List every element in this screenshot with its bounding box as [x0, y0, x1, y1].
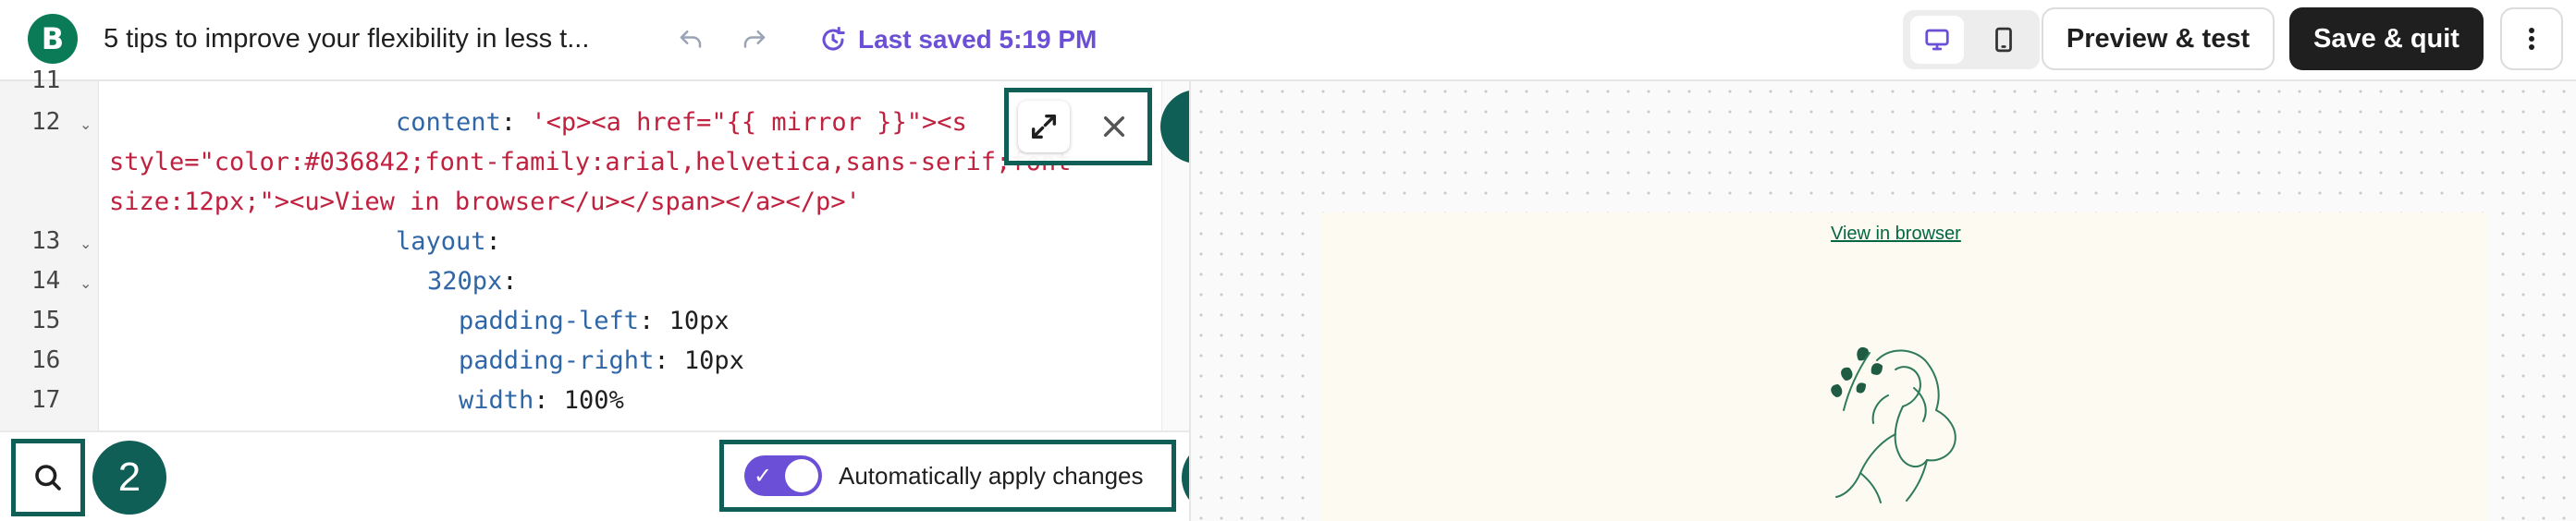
code-value: 10px: [683, 346, 744, 375]
device-toggle-group: [1903, 10, 2040, 69]
close-icon: [1103, 115, 1125, 138]
toggle-knob: [785, 459, 818, 492]
last-saved-indicator[interactable]: Last saved 5:19 PM: [819, 18, 1097, 61]
close-editor-button[interactable]: [1088, 101, 1140, 152]
code-line-12-wrap: size:12px;"><u>View in browser</u></span…: [109, 182, 1172, 222]
undo-button[interactable]: [669, 18, 712, 61]
auto-apply-toggle[interactable]: ✓: [744, 455, 822, 496]
save-quit-button[interactable]: Save & quit: [2289, 7, 2484, 70]
fold-chevron-icon[interactable]: ⌄: [80, 263, 92, 303]
line-number: 17: [31, 386, 61, 414]
code-string: '<p><a href="{{ mirror }}"><s: [531, 108, 967, 137]
history-icon: [822, 27, 845, 51]
brand-logo[interactable]: B: [28, 14, 78, 64]
code-string: size:12px;"><u>View in browser</u></span…: [109, 188, 861, 216]
expand-editor-button[interactable]: [1018, 101, 1070, 152]
check-icon: ✓: [754, 463, 773, 489]
line-number-gutter: 11 12 ⌄ 13 ⌄ 14 ⌄ 15 16 17: [0, 67, 99, 430]
redo-icon: [743, 30, 766, 48]
mobile-view-button[interactable]: [1977, 16, 2030, 64]
line-number: 16: [31, 346, 61, 374]
redo-button[interactable]: [733, 18, 776, 61]
expand-icon: [1031, 114, 1057, 139]
code-key: width: [459, 386, 534, 415]
auto-apply-control[interactable]: ✓ Automatically apply changes: [719, 440, 1176, 512]
desktop-icon: [1925, 29, 1949, 51]
fold-chevron-icon[interactable]: ⌄: [80, 104, 92, 144]
search-icon: [35, 465, 61, 491]
desktop-view-button[interactable]: [1910, 16, 1964, 64]
code-value: 10px: [669, 307, 730, 335]
code-string: style="color:#036842;font-family:arial,h…: [109, 148, 1072, 176]
code-key: padding-right: [459, 346, 655, 375]
editor-tools-highlight: [1004, 88, 1152, 165]
line-number: 12: [31, 108, 61, 136]
yoga-illustration: [1831, 346, 1957, 503]
line-number: 15: [31, 307, 61, 334]
more-options-button[interactable]: [2500, 7, 2563, 70]
code-key: padding-left: [459, 307, 640, 335]
undo-icon: [680, 30, 702, 48]
preview-test-button[interactable]: Preview & test: [2042, 7, 2275, 70]
document-title[interactable]: 5 tips to improve your flexibility in le…: [104, 20, 631, 57]
mobile-icon: [1995, 27, 2012, 53]
code-value: 100%: [563, 386, 624, 415]
more-vertical-icon: [2529, 28, 2534, 50]
view-in-browser-link[interactable]: View in browser: [1831, 224, 1961, 245]
code-key: content: [396, 108, 501, 137]
code-key: 320px: [427, 267, 503, 296]
callout-badge-2: 2: [92, 441, 166, 515]
line-number: 14: [31, 267, 61, 295]
fold-chevron-icon[interactable]: ⌄: [80, 224, 92, 263]
search-button[interactable]: [11, 439, 85, 516]
code-key: layout: [396, 227, 486, 256]
line-number: 11: [31, 67, 61, 94]
auto-apply-label: Automatically apply changes: [839, 461, 1144, 490]
line-number: 13: [31, 227, 61, 255]
top-header: B 5 tips to improve your flexibility in …: [0, 0, 2576, 81]
last-saved-text: Last saved 5:19 PM: [858, 25, 1098, 54]
